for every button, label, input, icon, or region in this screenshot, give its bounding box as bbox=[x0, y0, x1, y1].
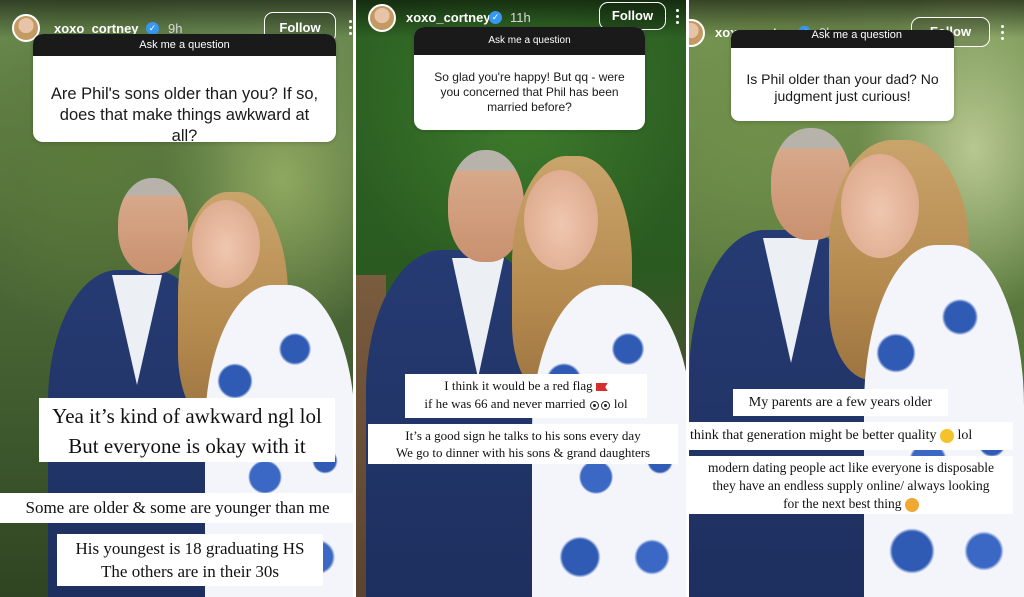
caption-answer: My parents are a few years older bbox=[733, 389, 948, 416]
question-sticker: Ask me a question Is Phil older than you… bbox=[731, 30, 954, 121]
question-sticker: Ask me a question So glad you're happy! … bbox=[414, 27, 645, 130]
caption-answer: think that generation might be better qu… bbox=[689, 422, 1013, 450]
more-vertical-icon[interactable] bbox=[676, 9, 680, 27]
more-vertical-icon[interactable] bbox=[1001, 25, 1005, 43]
caption-line: It’s a good sign he talks to his sons ev… bbox=[405, 428, 641, 443]
question-text: Is Phil older than your dad? No judgment… bbox=[746, 71, 939, 104]
question-sticker: Ask me a question Are Phil's sons older … bbox=[33, 34, 336, 142]
caption-answer: Some are older & some are younger than m… bbox=[0, 493, 353, 523]
caption-line: I think it would be a red flag bbox=[444, 378, 593, 393]
caption-answer: It’s a good sign he talks to his sons ev… bbox=[368, 424, 678, 464]
question-text: Are Phil's sons older than you? If so, d… bbox=[50, 85, 319, 142]
caption-line: think that generation might be better qu… bbox=[690, 428, 937, 443]
caption-line: for the next best thing bbox=[783, 496, 902, 511]
profile-avatar[interactable] bbox=[368, 4, 396, 32]
caption-line: if he was 66 and never married bbox=[424, 396, 586, 411]
question-header: Ask me a question bbox=[414, 27, 645, 55]
follow-button[interactable]: Follow bbox=[599, 2, 666, 30]
story-panel-3: xoxo_cortney ✓ 9h Follow Ask me a questi… bbox=[689, 0, 1024, 597]
caption-line: We go to dinner with his sons & grand da… bbox=[395, 445, 651, 460]
red-flag-emoji bbox=[595, 383, 608, 392]
smiling-face-emoji bbox=[904, 497, 919, 512]
caption-line: modern dating people act like everyone i… bbox=[707, 460, 995, 475]
caption-answer: modern dating people act like everyone i… bbox=[689, 456, 1013, 514]
story-panel-1: xoxo_cortney ✓ 9h Follow Ask me a questi… bbox=[0, 0, 353, 597]
post-time: 11h bbox=[510, 10, 531, 25]
verified-badge-icon: ✓ bbox=[489, 11, 502, 24]
caption-line: lol bbox=[613, 396, 628, 411]
caption-line: they have an endless supply online/ alwa… bbox=[712, 478, 990, 493]
caption-answer: Yea it’s kind of awkward ngl lol But eve… bbox=[39, 398, 335, 462]
question-header: Ask me a question bbox=[33, 34, 336, 56]
eyes-emoji bbox=[589, 400, 599, 410]
caption-answer: His youngest is 18 graduating HS The oth… bbox=[57, 534, 323, 586]
caption-answer: I think it would be a red flag if he was… bbox=[405, 374, 647, 418]
more-vertical-icon[interactable] bbox=[349, 20, 353, 38]
smiling-face-emoji bbox=[940, 428, 954, 443]
caption-line: lol bbox=[957, 428, 973, 443]
username[interactable]: xoxo_cortney bbox=[406, 10, 491, 25]
question-header: Ask me a question bbox=[731, 30, 954, 48]
question-text: So glad you're happy! But qq - were you … bbox=[434, 70, 625, 114]
story-panel-2: xoxo_cortney ✓ 11h Follow Ask me a quest… bbox=[356, 0, 686, 597]
